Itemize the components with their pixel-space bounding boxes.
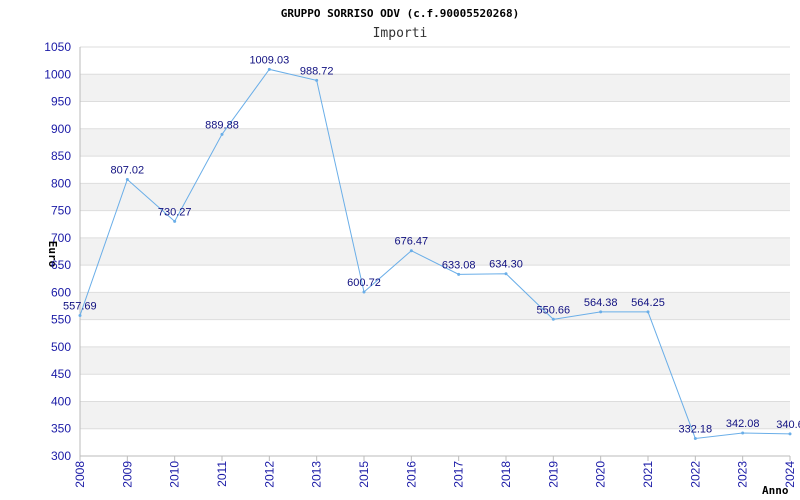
data-label: 564.25: [631, 297, 665, 309]
data-point: [362, 290, 366, 294]
x-tick-label: 2010: [168, 461, 182, 488]
data-label: 730.27: [158, 206, 192, 218]
y-tick-label: 400: [51, 394, 71, 408]
y-tick-label: 650: [51, 258, 71, 272]
data-point: [220, 132, 224, 136]
y-tick-label: 700: [51, 231, 71, 245]
data-label: 807.02: [111, 165, 145, 177]
x-tick-label: 2008: [73, 461, 87, 488]
grid-band: [80, 74, 790, 102]
x-tick-label: 2018: [499, 461, 513, 488]
data-label: 676.47: [395, 236, 429, 248]
y-tick-label: 350: [51, 422, 71, 436]
x-tick-label: 2016: [404, 461, 418, 488]
data-label: 342.08: [726, 418, 760, 430]
x-tick-label: 2020: [594, 461, 608, 488]
y-tick-label: 300: [51, 449, 71, 463]
x-tick-label: 2024: [783, 461, 797, 488]
data-label: 634.30: [489, 259, 523, 271]
x-tick-label: 2012: [262, 461, 276, 488]
chart-subtitle: Importi: [373, 26, 428, 41]
grid-bands: [80, 74, 790, 429]
data-point: [315, 78, 319, 82]
data-label: 564.38: [584, 297, 618, 309]
x-tick-label: 2019: [546, 461, 560, 488]
data-point: [551, 317, 555, 321]
y-tick-label: 1050: [44, 40, 71, 54]
data-label: 332.18: [679, 423, 713, 435]
y-tick-label: 500: [51, 340, 71, 354]
x-tick-labels: 2008 2009 2010 2011 2012 2013 2015 2016 2017 2018…: [73, 461, 797, 488]
y-tick-label: 600: [51, 285, 71, 299]
data-point: [741, 431, 745, 435]
data-point: [693, 436, 697, 440]
data-label: 1009.03: [249, 54, 289, 66]
data-point: [457, 272, 461, 276]
grid-band: [80, 346, 790, 375]
y-tick-label: 450: [51, 367, 71, 381]
x-tick-label: 2023: [736, 461, 750, 488]
x-tick-label: 2009: [120, 461, 134, 488]
data-point: [646, 310, 650, 314]
data-label: 557.69: [63, 300, 97, 312]
grid-band: [80, 237, 790, 266]
data-point: [78, 313, 82, 317]
x-tick-label: 2017: [452, 461, 466, 488]
y-tick-label: 850: [51, 149, 71, 163]
data-point: [788, 432, 792, 436]
y-tick-label: 750: [51, 204, 71, 218]
x-tick-label: 2011: [215, 461, 229, 487]
y-tick-label: 900: [51, 122, 71, 136]
data-label: 889.88: [205, 119, 239, 131]
data-point: [125, 178, 129, 182]
y-tick-label: 550: [51, 313, 71, 327]
grid-band: [80, 292, 790, 320]
x-tick-label: 2022: [688, 461, 702, 488]
chart-title: GRUPPO SORRISO ODV (c.f.90005520268): [281, 7, 519, 20]
data-point: [504, 272, 508, 276]
data-label: 340.6: [776, 419, 800, 431]
y-tick-label: 1000: [44, 67, 71, 81]
y-tick-label: 800: [51, 176, 71, 190]
data-label: 600.72: [347, 277, 381, 289]
data-label: 550.66: [537, 304, 571, 316]
data-label: 988.72: [300, 65, 334, 77]
grid-band: [80, 128, 790, 157]
data-point: [599, 310, 603, 314]
x-tick-label: 2013: [310, 461, 324, 488]
line-chart: GRUPPO SORRISO ODV (c.f.90005520268) Imp…: [44, 7, 800, 497]
x-tick-label: 2015: [357, 461, 371, 488]
data-point: [267, 67, 271, 71]
data-point: [173, 219, 177, 223]
x-tick-label: 2021: [641, 461, 655, 488]
y-tick-label: 950: [51, 95, 71, 109]
data-label: 633.08: [442, 259, 476, 271]
data-point: [409, 249, 413, 253]
